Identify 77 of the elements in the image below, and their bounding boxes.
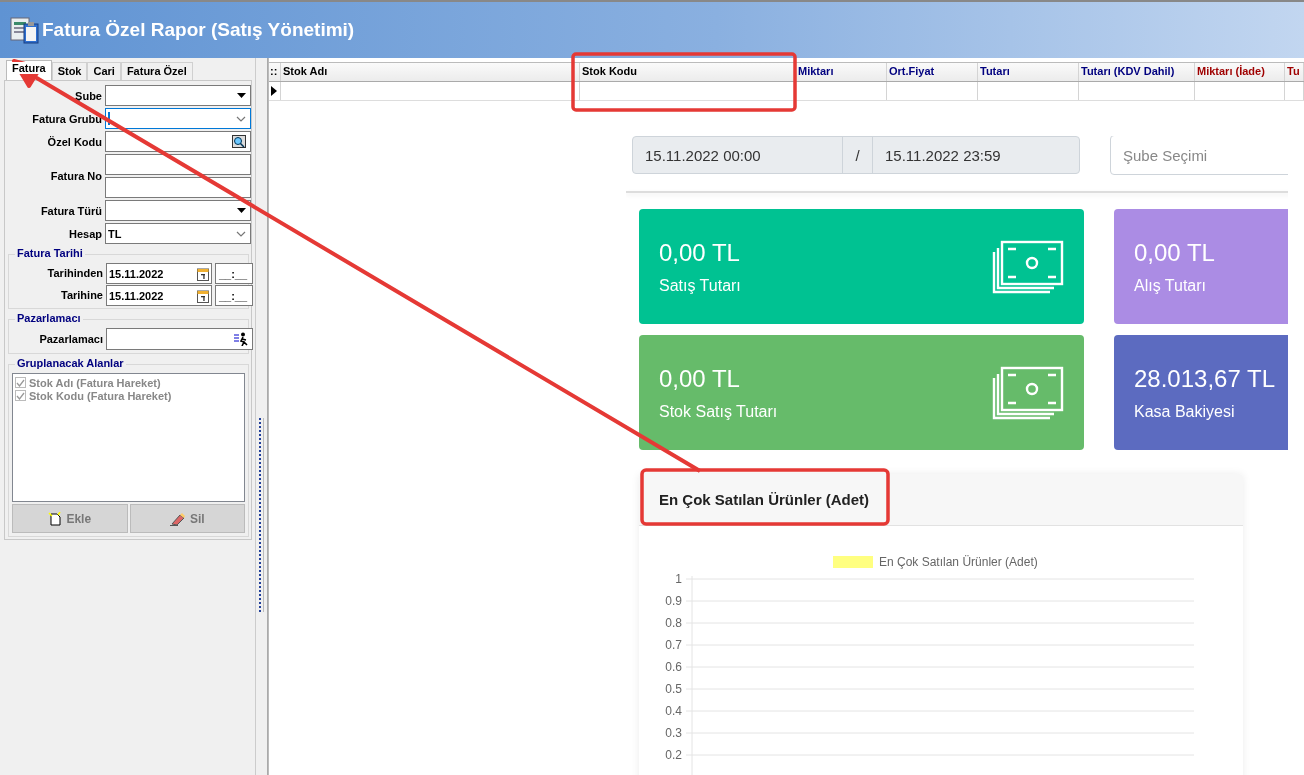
date-field[interactable]: 15.11.2022 xyxy=(106,285,212,306)
dropdown-field[interactable] xyxy=(105,200,251,221)
column-header[interactable]: Stok Kodu xyxy=(580,63,796,81)
time-field[interactable]: __:__ xyxy=(215,285,253,306)
panel-title: En Çok Satılan Ürünler (Adet) xyxy=(659,491,870,508)
field-label: Pazarlamacı xyxy=(38,333,103,345)
date-field[interactable]: 15.11.2022 xyxy=(106,263,212,284)
column-header[interactable]: Miktarı (İade) xyxy=(1195,63,1285,81)
range-separator: / xyxy=(843,137,873,173)
stat-value: 0,00 TL xyxy=(659,238,741,267)
dropdown-arrow-icon xyxy=(237,208,246,213)
banknotes-icon xyxy=(992,239,1064,294)
column-header[interactable]: Tutarı xyxy=(978,63,1079,81)
stat-label: Satış Tutarı xyxy=(659,276,741,295)
group-title: Gruplanacak Alanlar xyxy=(15,357,126,369)
group-title: Fatura Tarihi xyxy=(15,247,85,259)
stat-label: Kasa Bakiyesi xyxy=(1134,402,1236,421)
field-label: Tarihine xyxy=(60,289,103,301)
stat-value: 0,00 TL xyxy=(659,364,741,393)
running-person-icon xyxy=(234,332,248,346)
time-field[interactable]: __:__ xyxy=(215,263,253,284)
calendar-icon xyxy=(197,288,209,303)
field-label: Özel Kodu xyxy=(46,135,102,148)
column-header[interactable]: Tutarı (KDV Dahil) xyxy=(1079,63,1195,81)
tab[interactable]: Stok xyxy=(51,62,88,80)
group-title: Pazarlamacı xyxy=(15,312,83,324)
tab[interactable]: Cari xyxy=(87,62,121,80)
y-tick-label: 0.6 xyxy=(665,660,682,674)
combo-field[interactable]: TL xyxy=(105,223,251,244)
y-tick-label: 0.9 xyxy=(665,594,682,608)
tab[interactable]: Fatura Özel xyxy=(120,62,193,80)
text-field[interactable] xyxy=(105,154,251,175)
field-label: Fatura Türü xyxy=(39,204,102,217)
chevron-down-icon xyxy=(236,115,246,122)
document-icon xyxy=(10,16,40,44)
stat-value: 0,00 TL xyxy=(1134,238,1215,267)
column-header[interactable]: Miktarı xyxy=(796,63,887,81)
text-field[interactable] xyxy=(105,177,251,198)
legend-label: En Çok Satılan Ürünler (Adet) xyxy=(879,555,1038,569)
chevron-down-icon xyxy=(236,230,246,237)
window-title: Fatura Özel Rapor (Satış Yönetimi) xyxy=(42,19,355,41)
y-tick-label: 0.5 xyxy=(665,682,682,696)
column-header[interactable]: Stok Adı xyxy=(281,63,580,81)
y-tick-label: 0.4 xyxy=(665,704,682,718)
column-header[interactable]: Ort.Fiyat xyxy=(887,63,978,81)
stat-value: 28.013,67 TL xyxy=(1134,364,1275,393)
field-label: Fatura Grubu xyxy=(31,112,102,125)
field-label: Şube xyxy=(74,89,102,102)
grid-corner: :: xyxy=(269,63,281,81)
lookup-field[interactable] xyxy=(105,131,251,152)
stat-label: Alış Tutarı xyxy=(1134,276,1208,295)
calendar-icon xyxy=(197,266,209,281)
y-tick-label: 0.8 xyxy=(665,616,682,630)
eraser-icon xyxy=(169,511,186,526)
stat-label: Stok Satış Tutarı xyxy=(659,402,778,421)
dropdown-field[interactable] xyxy=(105,85,251,106)
magnifier-icon xyxy=(232,135,246,148)
y-tick-label: 0.3 xyxy=(665,726,682,740)
field-label: Tarihinden xyxy=(46,267,103,279)
date-range-bar[interactable]: 15.11.2022 00:00 / 15.11.2022 23:59 xyxy=(632,136,1080,174)
checkbox-label: Stok Adı (Fatura Hareket) xyxy=(29,376,161,389)
combo-field[interactable] xyxy=(105,108,251,129)
field-label: Fatura No xyxy=(49,170,102,182)
dropdown-arrow-icon xyxy=(237,93,246,98)
y-tick-label: 0.7 xyxy=(665,638,682,652)
y-tick-label: 1 xyxy=(675,572,682,586)
y-tick-label: 0.2 xyxy=(665,748,682,762)
field-label: Hesap xyxy=(67,227,102,240)
splitter-handle[interactable] xyxy=(259,418,264,612)
new-document-icon xyxy=(48,511,63,526)
branch-select[interactable]: Şube Seçimi xyxy=(1110,136,1288,175)
column-header[interactable]: Tu xyxy=(1285,63,1304,81)
lookup-field[interactable] xyxy=(106,328,253,350)
banknotes-icon xyxy=(992,365,1064,420)
checkbox-label: Stok Kodu (Fatura Hareket) xyxy=(29,389,172,402)
start-date-text: 15.11.2022 00:00 xyxy=(633,137,843,173)
end-date-text: 15.11.2022 23:59 xyxy=(884,145,1002,166)
